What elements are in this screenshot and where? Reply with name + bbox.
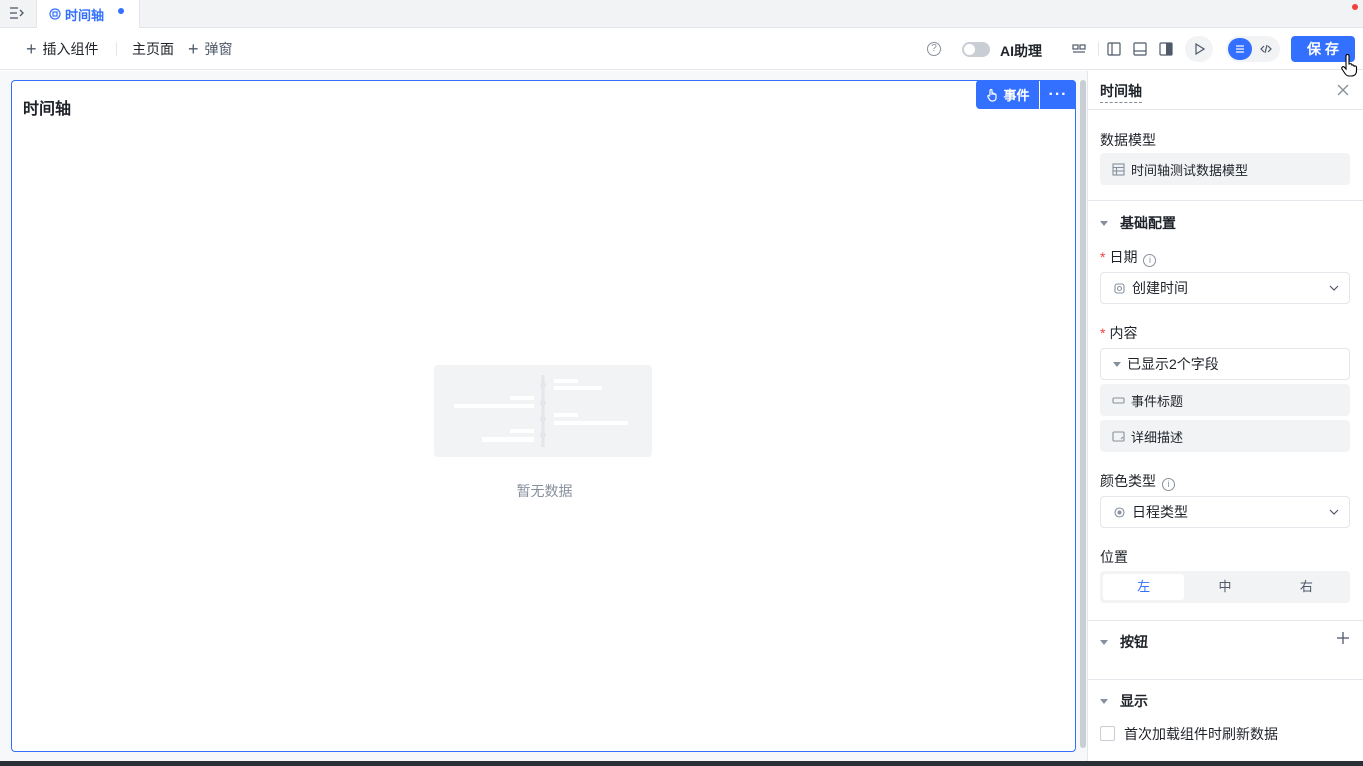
left-panel-icon[interactable]: [1106, 41, 1122, 57]
hand-cursor-icon: [1341, 54, 1358, 77]
color-type-select[interactable]: 日程类型: [1100, 496, 1350, 528]
empty-timeline-illustration: [434, 365, 652, 457]
date-select[interactable]: 创建时间: [1100, 272, 1350, 304]
properties-panel: 时间轴 数据模型 时间轴测试数据模型 基础配置 * 日期 i 创建时间 * 内容 已显…: [1087, 71, 1363, 761]
tab-timeline[interactable]: 时间轴: [36, 0, 140, 28]
bottom-panel-icon[interactable]: [1132, 41, 1148, 57]
code-icon[interactable]: [1260, 43, 1272, 55]
chevron-down-icon: [1329, 285, 1339, 291]
window-bottom-edge: [0, 761, 1363, 766]
collapse-caret-icon: [1113, 361, 1121, 367]
position-label: 位置: [1100, 549, 1128, 565]
content-fields-toggle[interactable]: 已显示2个字段: [1100, 348, 1350, 380]
main-page-label: 主页面: [132, 41, 174, 57]
more-options-button[interactable]: ···: [1040, 80, 1076, 109]
required-mark: *: [1100, 325, 1106, 341]
info-icon[interactable]: i: [1143, 254, 1157, 267]
color-type-label-text: 颜色类型: [1100, 473, 1156, 489]
position-right-option[interactable]: 右: [1266, 574, 1347, 600]
content-summary: 已显示2个字段: [1127, 356, 1219, 372]
text-field-icon: [1112, 396, 1125, 404]
position-center-option[interactable]: 中: [1184, 574, 1265, 600]
radio-icon: [1114, 506, 1125, 518]
tab-bar: 时间轴: [0, 0, 1363, 28]
refresh-on-load-label: 首次加载组件时刷新数据: [1124, 726, 1278, 742]
insert-component-label: 插入组件: [42, 41, 99, 57]
editor-toolbar: + 插入组件 主页面 + 弹窗 ? AI助理 保存: [0, 28, 1363, 70]
required-mark: *: [1100, 249, 1106, 265]
color-type-value: 日程类型: [1132, 504, 1188, 520]
date-label: * 日期 i: [1100, 247, 1157, 267]
unsaved-dot: [118, 8, 124, 14]
add-popup-button[interactable]: + 弹窗: [188, 39, 233, 59]
section-basic-config-label: 基础配置: [1120, 215, 1176, 231]
main-page-button[interactable]: 主页面: [132, 39, 174, 59]
section-display-label: 显示: [1120, 693, 1148, 709]
plus-icon: +: [26, 39, 37, 59]
component-title: 时间轴: [23, 101, 72, 118]
popup-label: 弹窗: [204, 41, 233, 57]
date-label-text: 日期: [1109, 249, 1138, 265]
content-field-item[interactable]: 事件标题: [1100, 384, 1350, 416]
event-button[interactable]: 事件: [976, 80, 1039, 109]
content-field-item[interactable]: 详细描述: [1100, 420, 1350, 452]
divider: [1088, 620, 1363, 621]
content-label-text: 内容: [1109, 325, 1138, 341]
content-field-label: 事件标题: [1131, 393, 1184, 409]
ai-assistant-toggle[interactable]: [962, 42, 990, 57]
hand-pointer-icon: [987, 88, 998, 102]
responsive-preview-icon[interactable]: [1071, 41, 1087, 57]
date-value: 创建时间: [1132, 280, 1188, 296]
collapse-caret-icon: [1100, 639, 1108, 645]
toolbar-divider: [1098, 42, 1099, 56]
section-buttons[interactable]: 按钮: [1100, 632, 1148, 652]
tab-label: 时间轴: [65, 7, 105, 23]
config-mode-button[interactable]: [1228, 38, 1252, 60]
position-left-option[interactable]: 左: [1103, 574, 1185, 600]
position-segmented-control: 左 中 右: [1100, 571, 1350, 603]
collapse-caret-icon: [1100, 698, 1108, 704]
textarea-icon: [1112, 430, 1125, 442]
page-icon: [49, 8, 61, 20]
play-icon: [1195, 43, 1205, 55]
ai-assistant-label: AI助理: [1000, 43, 1042, 59]
color-type-label: 颜色类型 i: [1100, 471, 1175, 491]
data-model-label: 数据模型: [1100, 132, 1156, 148]
panel-title: 时间轴: [1100, 81, 1142, 103]
timeline-component[interactable]: 时间轴 事件 ··· 暂无数据: [11, 80, 1076, 752]
view-mode-switch: [1226, 36, 1280, 62]
component-actions: 事件 ···: [976, 80, 1076, 109]
empty-state-text: 暂无数据: [516, 483, 573, 499]
refresh-on-load-checkbox[interactable]: [1100, 726, 1115, 741]
divider: [1088, 109, 1363, 110]
section-basic-config[interactable]: 基础配置: [1100, 213, 1176, 233]
info-icon[interactable]: i: [1162, 478, 1175, 491]
chevron-down-icon: [1329, 509, 1339, 515]
add-button-icon[interactable]: [1336, 631, 1350, 645]
sliders-icon: [1236, 45, 1244, 53]
divider: [1088, 679, 1363, 680]
unsaved-badge: [1352, 4, 1358, 10]
data-model-field[interactable]: 时间轴测试数据模型: [1100, 153, 1350, 185]
event-label: 事件: [1003, 88, 1030, 103]
content-label: * 内容: [1100, 323, 1137, 343]
insert-component-button[interactable]: + 插入组件: [26, 39, 99, 59]
section-display[interactable]: 显示: [1100, 691, 1148, 711]
table-icon: [1112, 162, 1125, 176]
close-icon[interactable]: [1336, 83, 1350, 97]
plus-icon: +: [188, 39, 199, 59]
right-panel-icon[interactable]: [1158, 41, 1174, 57]
divider: [1088, 200, 1363, 201]
preview-button[interactable]: [1185, 36, 1213, 62]
data-model-value: 时间轴测试数据模型: [1131, 162, 1249, 178]
sidebar-toggle-icon[interactable]: [9, 6, 25, 20]
section-buttons-label: 按钮: [1120, 634, 1148, 650]
content-field-label: 详细描述: [1131, 429, 1184, 445]
calendar-icon: [1114, 282, 1125, 294]
canvas-scrollbar[interactable]: [1080, 80, 1086, 748]
collapse-caret-icon: [1100, 220, 1108, 226]
help-icon[interactable]: ?: [927, 42, 941, 56]
toolbar-divider: [116, 42, 117, 56]
